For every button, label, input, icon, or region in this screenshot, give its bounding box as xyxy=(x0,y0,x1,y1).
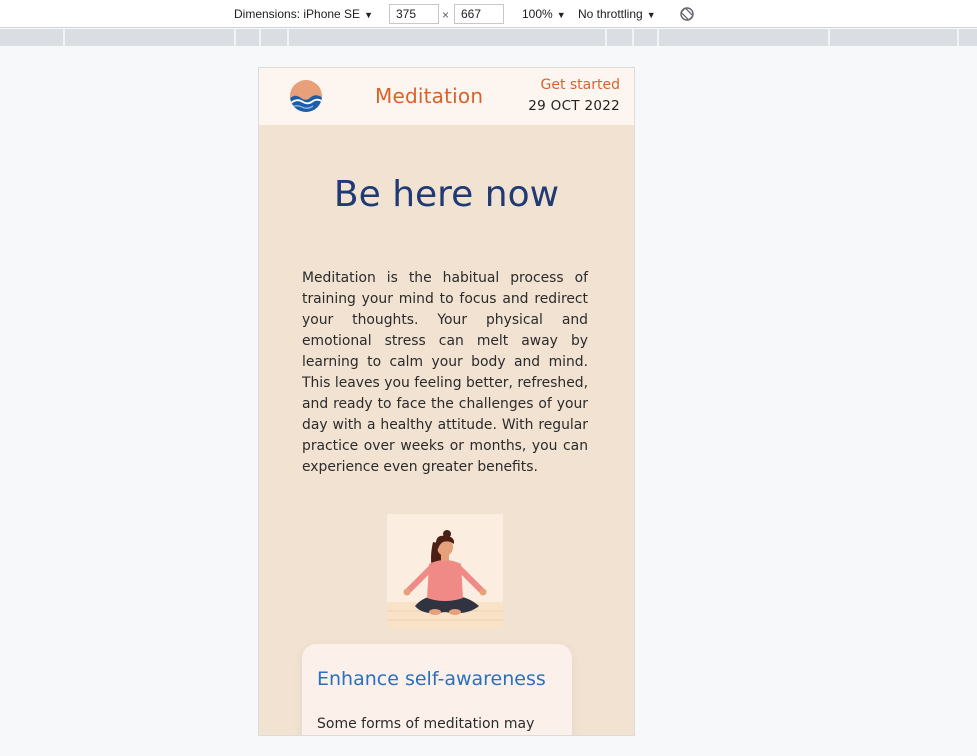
meditating-woman-illustration xyxy=(387,514,503,629)
card-title: Enhance self-awareness xyxy=(317,668,546,690)
throttle-selector[interactable]: No throttling ▼ xyxy=(578,7,656,21)
height-input[interactable] xyxy=(454,4,504,24)
wave-sun-logo-icon[interactable] xyxy=(289,79,323,113)
throttle-label: No throttling xyxy=(578,7,643,21)
intro-paragraph: Meditation is the habitual process of tr… xyxy=(302,270,588,475)
media-query-ruler[interactable] xyxy=(0,29,977,46)
header-date: 29 OCT 2022 xyxy=(528,98,620,114)
card-body: Some forms of meditation may xyxy=(317,716,535,732)
get-started-link[interactable]: Get started xyxy=(540,77,620,93)
ruler-tick xyxy=(287,29,289,46)
chevron-down-icon: ▼ xyxy=(646,10,656,20)
chevron-down-icon: ▼ xyxy=(364,10,373,20)
chevron-down-icon: ▼ xyxy=(556,10,566,20)
ruler-tick xyxy=(957,29,959,46)
page-title: Be here now xyxy=(333,174,560,215)
ruler-tick xyxy=(234,29,236,46)
times-sign: × xyxy=(442,8,450,22)
width-input[interactable] xyxy=(389,4,439,24)
device-label: Dimensions: iPhone SE xyxy=(234,7,361,21)
ruler-tick xyxy=(828,29,830,46)
benefit-card: Enhance self-awareness Some forms of med… xyxy=(302,644,572,735)
ruler-tick xyxy=(63,29,65,46)
ruler-tick xyxy=(632,29,634,46)
site-header: Meditation Get started 29 OCT 2022 xyxy=(259,68,634,125)
ruler-tick xyxy=(605,29,607,46)
zoom-selector[interactable]: 100% ▼ xyxy=(522,7,566,21)
zoom-label: 100% xyxy=(522,7,553,21)
devtools-toolbar: Dimensions: iPhone SE▼ × 100%▼ No thrott… xyxy=(0,0,977,28)
ruler-tick xyxy=(259,29,261,46)
meditation-figure-icon xyxy=(387,530,503,629)
device-viewport: Meditation Get started 29 OCT 2022 Be he… xyxy=(258,67,635,736)
brand-name[interactable]: Meditation xyxy=(375,84,483,108)
ruler-tick xyxy=(657,29,659,46)
rotate-icon[interactable] xyxy=(679,6,695,22)
device-selector[interactable]: Dimensions: iPhone SE ▼ xyxy=(234,7,373,21)
